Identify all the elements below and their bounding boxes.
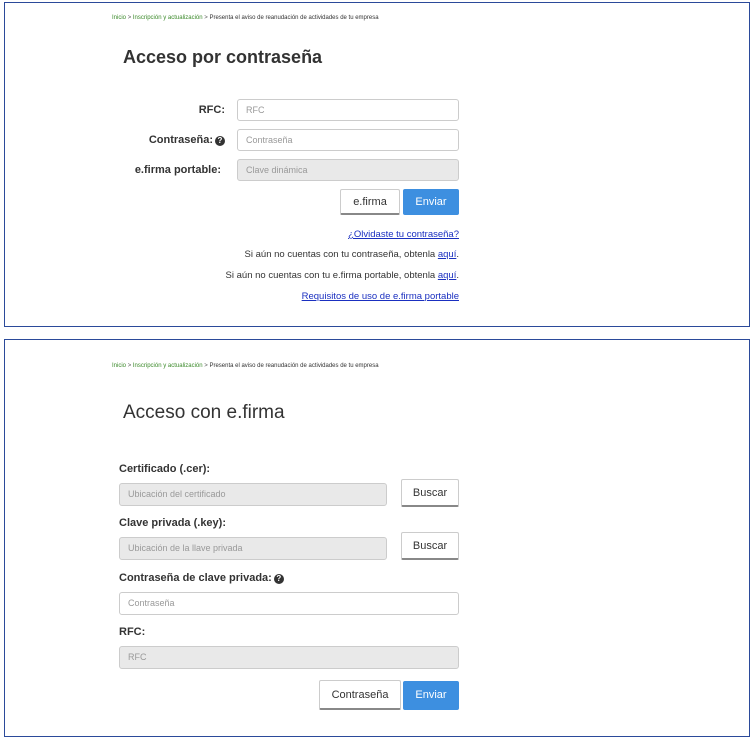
- certificate-path-input[interactable]: Ubicación del certificado: [119, 483, 387, 506]
- get-password-link[interactable]: aquí: [438, 249, 457, 260]
- password-input[interactable]: Contraseña: [237, 129, 459, 151]
- forgot-password-row: ¿Olvidaste tu contraseña?: [259, 229, 459, 240]
- breadcrumb-current: Presenta el aviso de reanudación de acti…: [209, 363, 379, 369]
- browse-certificate-button[interactable]: Buscar: [401, 479, 459, 507]
- password-login-panel: Inicio > Inscripción y actualización > P…: [4, 2, 750, 327]
- dynamic-key-input[interactable]: Clave dinámica: [237, 159, 459, 181]
- key-password-input[interactable]: Contraseña: [119, 592, 459, 615]
- no-efirma-row: Si aún no cuentas con tu e.firma portabl…: [155, 270, 459, 281]
- breadcrumb-separator: >: [204, 363, 208, 369]
- requirements-link[interactable]: Requisitos de uso de e.firma portable: [302, 291, 459, 302]
- breadcrumb-separator: >: [127, 363, 132, 369]
- rfc-input[interactable]: RFC: [119, 646, 459, 669]
- certificate-label: Certificado (.cer):: [119, 463, 211, 475]
- no-efirma-text: Si aún no cuentas con tu e.firma portabl…: [225, 270, 436, 281]
- page-title: Acceso con e.firma: [123, 402, 285, 423]
- question-circle-icon[interactable]: ?: [273, 574, 284, 584]
- breadcrumb-current: Presenta el aviso de reanudación de acti…: [209, 15, 379, 21]
- period: .: [456, 249, 459, 260]
- private-key-label: Clave privada (.key):: [119, 517, 226, 529]
- submit-button[interactable]: Enviar: [403, 189, 459, 215]
- get-efirma-link[interactable]: aquí: [438, 270, 457, 281]
- forgot-password-link[interactable]: ¿Olvidaste tu contraseña?: [348, 229, 459, 240]
- rfc-label: RFC:: [198, 104, 225, 116]
- period: .: [456, 270, 459, 281]
- password-button[interactable]: Contraseña: [319, 680, 401, 710]
- breadcrumb-separator: >: [204, 15, 208, 21]
- rfc-label: RFC:: [119, 626, 146, 638]
- breadcrumb-home-link[interactable]: Inicio: [112, 363, 126, 369]
- no-password-row: Si aún no cuentas con tu contraseña, obt…: [155, 249, 459, 260]
- requirements-row: Requisitos de uso de e.firma portable: [205, 291, 459, 302]
- rfc-input[interactable]: RFC: [237, 99, 459, 121]
- breadcrumb-section-link[interactable]: Inscripción y actualización: [133, 15, 203, 21]
- breadcrumb-section-link[interactable]: Inscripción y actualización: [133, 363, 203, 369]
- efirma-login-panel: Inicio > Inscripción y actualización > P…: [4, 339, 750, 737]
- breadcrumb: Inicio > Inscripción y actualización > P…: [112, 363, 379, 369]
- password-label-text: Contraseña:: [148, 134, 213, 146]
- key-password-label: Contraseña de clave privada:?: [119, 572, 284, 584]
- browse-private-key-button[interactable]: Buscar: [401, 532, 459, 560]
- key-password-label-text: Contraseña de clave privada:: [119, 572, 272, 584]
- breadcrumb-home-link[interactable]: Inicio: [112, 15, 126, 21]
- no-password-text: Si aún no cuentas con tu contraseña, obt…: [244, 249, 436, 260]
- submit-button[interactable]: Enviar: [403, 681, 459, 710]
- breadcrumb-separator: >: [127, 15, 132, 21]
- password-label: Contraseña:?: [105, 134, 225, 146]
- page-title: Acceso por contraseña: [123, 47, 323, 67]
- question-circle-icon[interactable]: ?: [215, 136, 225, 146]
- efirma-portable-label: e.firma portable:: [134, 164, 221, 176]
- breadcrumb: Inicio > Inscripción y actualización > P…: [112, 15, 379, 21]
- private-key-path-input[interactable]: Ubicación de la llave privada: [119, 537, 387, 560]
- efirma-button[interactable]: e.firma: [340, 189, 400, 215]
